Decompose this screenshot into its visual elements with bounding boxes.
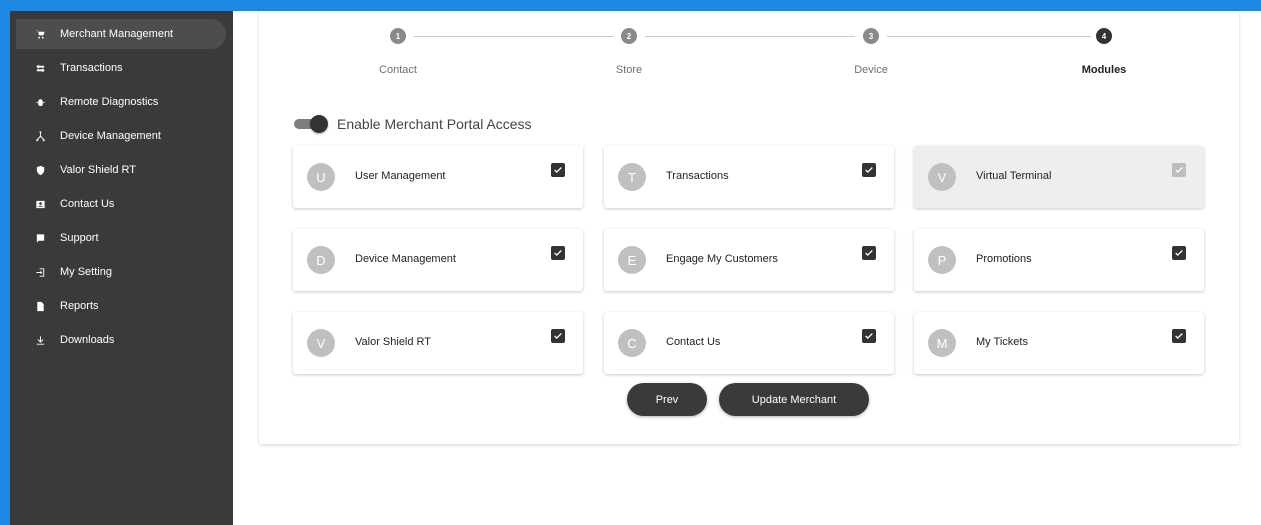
sidebar-item-valor-shield[interactable]: Valor Shield RT	[16, 155, 226, 185]
merchant-portal-toggle-label: Enable Merchant Portal Access	[337, 116, 532, 132]
merchant-form-card: 1 2 3 4 Contact Store Device Modules Ena…	[259, 11, 1239, 444]
merchant-portal-toggle[interactable]	[294, 115, 328, 133]
module-label: Valor Shield RT	[355, 336, 432, 348]
module-label: Promotions	[976, 253, 1032, 265]
prev-button[interactable]: Prev	[627, 383, 707, 416]
device-hub-icon	[32, 129, 48, 143]
module-label: Transactions	[666, 170, 729, 182]
module-checkbox[interactable]	[1172, 246, 1186, 260]
step-2-circle[interactable]: 2	[621, 28, 637, 44]
window-frame-top	[0, 0, 1261, 11]
step-1-label: Contact	[379, 64, 417, 76]
module-avatar: V	[928, 163, 956, 191]
sidebar-item-label: Support	[60, 232, 99, 244]
step-3-circle[interactable]: 3	[863, 28, 879, 44]
sidebar-item-label: Transactions	[60, 62, 123, 74]
module-avatar: C	[618, 329, 646, 357]
module-checkbox[interactable]	[1172, 329, 1186, 343]
module-avatar: U	[307, 163, 335, 191]
sidebar-item-remote-diagnostics[interactable]: Remote Diagnostics	[16, 87, 226, 117]
sidebar-item-support[interactable]: Support	[16, 223, 226, 253]
update-merchant-button[interactable]: Update Merchant	[719, 383, 869, 416]
check-icon	[865, 333, 873, 339]
stepper-connector	[414, 36, 614, 37]
check-icon	[554, 333, 562, 339]
module-card-valor-shield-rt[interactable]: V Valor Shield RT	[293, 312, 583, 374]
module-card-transactions[interactable]: T Transactions	[604, 146, 894, 208]
check-icon	[1175, 333, 1183, 339]
module-avatar: P	[928, 246, 956, 274]
module-card-promotions[interactable]: P Promotions	[914, 229, 1204, 291]
step-4-circle[interactable]: 4	[1096, 28, 1112, 44]
sidebar-item-reports[interactable]: Reports	[16, 291, 226, 321]
report-icon	[32, 299, 48, 313]
sidebar-item-merchant-management[interactable]: Merchant Management	[16, 19, 226, 49]
module-card-virtual-terminal: V Virtual Terminal	[914, 146, 1204, 208]
support-icon	[32, 231, 48, 245]
contact-icon	[32, 197, 48, 211]
settings-icon	[32, 265, 48, 279]
sidebar-item-label: Valor Shield RT	[60, 164, 137, 176]
sidebar-item-label: Contact Us	[60, 198, 115, 210]
step-3-label: Device	[854, 64, 888, 76]
module-checkbox[interactable]	[551, 329, 565, 343]
module-checkbox[interactable]	[862, 163, 876, 177]
module-label: Device Management	[355, 253, 456, 265]
check-icon	[1175, 250, 1183, 256]
cart-icon	[32, 27, 48, 41]
check-icon	[865, 250, 873, 256]
module-label: User Management	[355, 170, 446, 182]
sidebar-item-label: Reports	[60, 300, 99, 312]
module-avatar: M	[928, 329, 956, 357]
module-card-my-tickets[interactable]: M My Tickets	[914, 312, 1204, 374]
module-checkbox[interactable]	[551, 163, 565, 177]
step-4-label: Modules	[1081, 64, 1127, 76]
module-card-device-management[interactable]: D Device Management	[293, 229, 583, 291]
module-label: Engage My Customers	[666, 253, 778, 265]
module-avatar: T	[618, 163, 646, 191]
module-checkbox[interactable]	[862, 329, 876, 343]
sidebar-item-label: My Setting	[60, 266, 112, 278]
bug-icon	[32, 95, 48, 109]
module-label: Virtual Terminal	[976, 170, 1052, 182]
sidebar-item-label: Remote Diagnostics	[60, 96, 159, 108]
sidebar: Merchant Management Transactions Remote …	[10, 11, 233, 525]
check-icon	[554, 250, 562, 256]
stepper-connector	[887, 36, 1091, 37]
window-frame-left	[0, 0, 10, 525]
module-checkbox[interactable]	[551, 246, 565, 260]
module-avatar: V	[307, 329, 335, 357]
step-1-circle[interactable]: 1	[390, 28, 406, 44]
download-icon	[32, 333, 48, 347]
module-checkbox	[1172, 163, 1186, 177]
module-avatar: E	[618, 246, 646, 274]
sidebar-item-my-setting[interactable]: My Setting	[16, 257, 226, 287]
sidebar-item-label: Device Management	[60, 130, 161, 142]
check-icon	[865, 167, 873, 173]
module-card-contact-us[interactable]: C Contact Us	[604, 312, 894, 374]
check-icon	[1175, 167, 1183, 173]
sidebar-item-label: Downloads	[60, 334, 115, 346]
module-avatar: D	[307, 246, 335, 274]
module-card-engage-my-customers[interactable]: E Engage My Customers	[604, 229, 894, 291]
sidebar-item-device-management[interactable]: Device Management	[16, 121, 226, 151]
sidebar-item-transactions[interactable]: Transactions	[16, 53, 226, 83]
swap-icon	[32, 61, 48, 75]
module-label: My Tickets	[976, 336, 1028, 348]
step-2-label: Store	[615, 64, 643, 76]
sidebar-item-label: Merchant Management	[60, 28, 174, 40]
stepper-connector	[645, 36, 855, 37]
sidebar-item-downloads[interactable]: Downloads	[16, 325, 226, 355]
module-label: Contact Us	[666, 336, 721, 348]
check-icon	[554, 167, 562, 173]
toggle-thumb	[310, 115, 328, 133]
sidebar-item-contact-us[interactable]: Contact Us	[16, 189, 226, 219]
module-card-user-management[interactable]: U User Management	[293, 146, 583, 208]
module-checkbox[interactable]	[862, 246, 876, 260]
shield-icon	[32, 163, 48, 177]
